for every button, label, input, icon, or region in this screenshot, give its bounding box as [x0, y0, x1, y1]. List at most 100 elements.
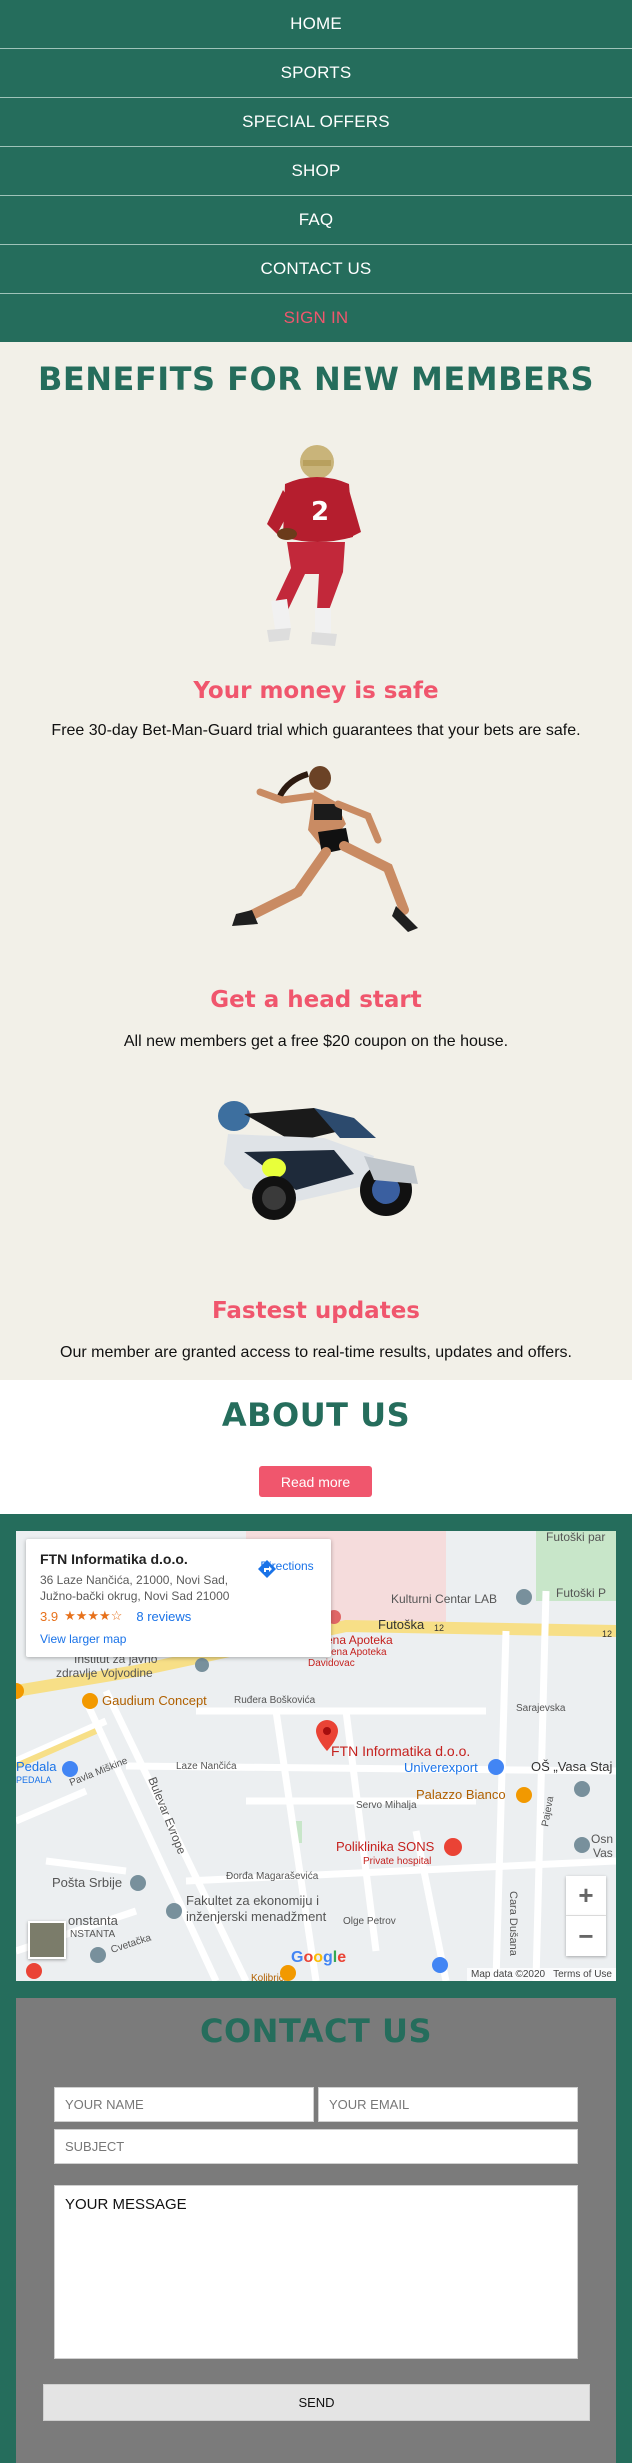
nav-contact-us[interactable]: CONTACT US	[0, 245, 632, 294]
google-logo-letter: o	[313, 1949, 324, 1966]
svg-text:2: 2	[311, 497, 329, 527]
map-label-sarajevska: Sarajevska	[516, 1703, 566, 1714]
map-label-osn: Osn	[591, 1832, 613, 1846]
poi-shopping-icon[interactable]	[488, 1759, 504, 1775]
contact-section: CONTACT US YOUR NAME YOUR EMAIL SUBJECT …	[16, 1998, 616, 2463]
main-nav: HOME SPORTS SPECIAL OFFERS SHOP FAQ CONT…	[0, 0, 632, 341]
google-logo-letter: o	[303, 1949, 314, 1966]
subject-input[interactable]: SUBJECT	[54, 2129, 578, 2164]
map-label-apoteka: ena Apoteka	[326, 1633, 393, 1647]
map-label-djordja: Đorđa Magaraševića	[226, 1871, 319, 1882]
map-label-vas: Vas	[593, 1846, 613, 1860]
directions-icon	[258, 1560, 276, 1578]
location-pin-dot-icon	[323, 1727, 331, 1735]
contact-title: CONTACT US	[199, 2012, 433, 2050]
map-label-laze: Laze Nančića	[176, 1761, 237, 1772]
poi-culture-icon[interactable]	[516, 1589, 532, 1605]
map-label-road-12a: 12	[434, 1623, 444, 1633]
map-label-pedala-2: PEDALA	[16, 1775, 52, 1785]
map-label-poliklinika: Poliklinika SONS	[336, 1839, 435, 1854]
map-label-gaudium: Gaudium Concept	[102, 1693, 207, 1708]
map-label-palazzo: Palazzo Bianco	[416, 1787, 506, 1802]
nav-sports[interactable]: SPORTS	[0, 49, 632, 98]
benefit-text-money-safe: Free 30-day Bet-Man-Guard trial which gu…	[51, 722, 581, 739]
map-label-futoski-park: Futoški par	[546, 1531, 605, 1544]
map-attribution: Map data ©2020 Terms of Use	[467, 1968, 616, 1981]
map-place-address: 36 Laze Nančića, 21000, Novi Sad, Južno-…	[40, 1573, 230, 1603]
poi-hospital-edge-icon[interactable]	[26, 1963, 42, 1979]
motorcycle-racer-image	[218, 1101, 418, 1220]
view-larger-map-link[interactable]: View larger map	[40, 1632, 317, 1646]
map-label-futoski-park-2: Futoški P	[556, 1586, 606, 1600]
nav-faq[interactable]: FAQ	[0, 196, 632, 245]
poi-food-icon[interactable]	[280, 1965, 296, 1981]
runner-image	[232, 766, 418, 932]
google-logo-letter: g	[323, 1949, 333, 1966]
message-textarea[interactable]: YOUR MESSAGE	[54, 2185, 578, 2359]
map-label-road-12b: 12	[602, 1629, 612, 1639]
google-logo-letter: G	[291, 1949, 304, 1966]
benefits-section: BENEFITS FOR NEW MEMBERS 2 Your money is…	[0, 342, 632, 1380]
map-label-davidovac: Davidovac	[308, 1658, 355, 1669]
benefit-heading-money-safe: Your money is safe	[193, 678, 439, 704]
map-label-konstanta-2: NSTANTA	[70, 1929, 116, 1940]
poi-hospital-icon[interactable]	[444, 1838, 462, 1856]
poi-school-icon[interactable]	[574, 1781, 590, 1797]
map-label-os: OŠ „Vasa Staj	[531, 1759, 613, 1774]
poi-bike-icon[interactable]	[62, 1761, 78, 1777]
benefits-title: BENEFITS FOR NEW MEMBERS	[37, 360, 595, 398]
benefit-heading-fastest-updates: Fastest updates	[212, 1298, 420, 1324]
nav-home[interactable]: HOME	[0, 0, 632, 49]
poi-restaurant-icon[interactable]	[82, 1693, 98, 1709]
map-label-pedala: Pedala	[16, 1759, 57, 1774]
benefit-text-fastest-updates: Our member are granted access to real-ti…	[60, 1344, 572, 1361]
poi-shop-icon[interactable]	[432, 1957, 448, 1973]
map-label-kulturni-centar: Kulturni Centar LAB	[391, 1592, 497, 1606]
map-label-apoteka-2: Jena Apoteka	[326, 1647, 387, 1658]
about-title: ABOUT US	[221, 1396, 411, 1434]
satellite-toggle-button[interactable]	[28, 1921, 66, 1959]
benefit-heading-head-start: Get a head start	[210, 987, 422, 1013]
nav-shop[interactable]: SHOP	[0, 147, 632, 196]
poi-health-icon[interactable]	[195, 1658, 209, 1672]
map-label-fakultet-2: inženjerski menadžment	[186, 1909, 327, 1924]
nav-sign-in[interactable]: SIGN IN	[0, 294, 632, 341]
terms-of-use-link[interactable]: Terms of Use	[553, 1969, 612, 1980]
football-player-image: 2	[267, 445, 361, 646]
poi-school-2-icon[interactable]	[574, 1837, 590, 1853]
zoom-in-button[interactable]: +	[566, 1876, 606, 1916]
map-label-ftn: FTN Informatika d.o.o.	[331, 1743, 470, 1759]
map-label-posta: Pošta Srbije	[52, 1875, 122, 1890]
map-rating-value: 3.9	[40, 1608, 59, 1624]
map-label-olge: Olge Petrov	[343, 1916, 396, 1927]
poi-company-icon[interactable]	[90, 1947, 106, 1963]
map-label-institut-2: zdravlje Vojvodine	[56, 1666, 153, 1680]
poi-cafe-icon[interactable]	[516, 1787, 532, 1803]
read-more-button[interactable]: Read more	[259, 1466, 372, 1497]
map-info-card: FTN Informatika d.o.o. 36 Laze Nančića, …	[26, 1539, 331, 1657]
directions-button[interactable]: Directions	[257, 1559, 317, 1578]
poi-post-icon[interactable]	[130, 1875, 146, 1891]
map-reviews-link[interactable]: 8 reviews	[136, 1609, 191, 1624]
map-label-private-hospital: Private hospital	[363, 1856, 431, 1867]
email-input[interactable]: YOUR EMAIL	[318, 2087, 578, 2122]
embedded-map[interactable]: Futoški par Futoški P Kulturni Centar LA…	[16, 1531, 616, 1981]
map-label-konstanta: onstanta	[68, 1913, 119, 1928]
nav-special-offers[interactable]: SPECIAL OFFERS	[0, 98, 632, 147]
poi-university-icon[interactable]	[166, 1903, 182, 1919]
map-data-credit: Map data ©2020	[471, 1969, 546, 1980]
google-logo: Google	[291, 1949, 346, 1967]
star-rating-icon: ★★★★☆	[64, 1608, 123, 1623]
benefit-text-head-start: All new members get a free $20 coupon on…	[123, 1033, 509, 1050]
send-button[interactable]: SEND	[43, 2384, 590, 2421]
map-label-univerexport: Univerexport	[404, 1760, 478, 1775]
zoom-out-button[interactable]: −	[566, 1916, 606, 1956]
about-section: ABOUT US Read more	[0, 1380, 632, 1514]
map-label-rudjera: Ruđera Boškovića	[234, 1695, 316, 1706]
name-input[interactable]: YOUR NAME	[54, 2087, 314, 2122]
map-rating: 3.9 ★★★★☆ 8 reviews	[40, 1608, 317, 1624]
map-label-servo: Servo Mihalja	[356, 1800, 417, 1811]
map-label-cara: Cara Dušana	[507, 1891, 519, 1957]
google-logo-letter: e	[337, 1949, 347, 1966]
map-label-futoska: Futoška	[378, 1617, 425, 1632]
